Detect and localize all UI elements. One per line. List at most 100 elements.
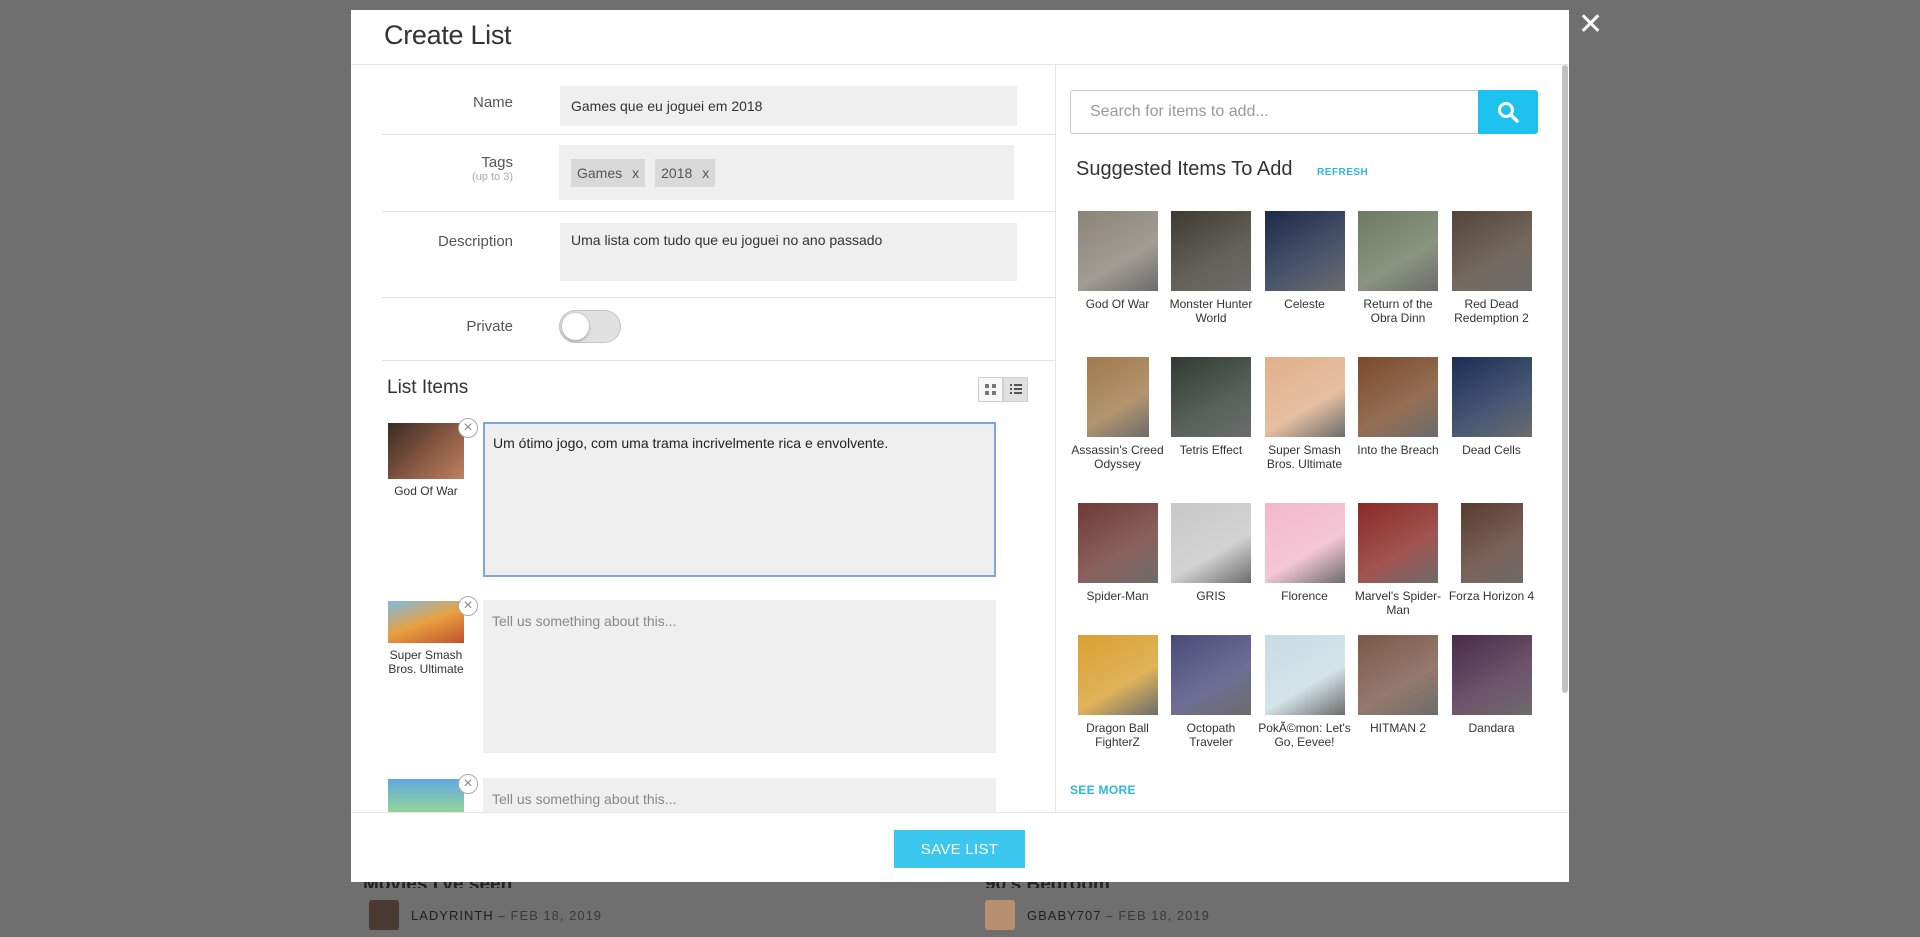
suggested-item-name: Forza Horizon 4 — [1448, 589, 1535, 603]
list-item: × Super Smash Bros. Ultimate — [388, 596, 478, 676]
item-note-field[interactable]: Tell us something about this... — [483, 778, 996, 813]
suggested-item[interactable]: Red Dead Redemption 2 — [1445, 211, 1538, 325]
suggested-item[interactable]: Celeste — [1258, 211, 1351, 311]
suggested-item-thumbnail[interactable] — [1086, 357, 1149, 437]
suggested-item[interactable]: Return of the Obra Dinn — [1352, 211, 1445, 325]
author-username[interactable]: GBABY707 — [1027, 908, 1102, 923]
suggested-item[interactable]: Forza Horizon 4 — [1445, 503, 1538, 603]
save-list-button[interactable]: SAVE LIST — [894, 830, 1025, 868]
suggested-item-name: PokÃ©mon: Let's Go, Eevee! — [1258, 721, 1351, 749]
refresh-link[interactable]: REFRESH — [1317, 167, 1368, 178]
tags-label: Tags (up to 3) — [472, 154, 513, 183]
description-field[interactable]: Uma lista com tudo que eu joguei no ano … — [560, 223, 1017, 281]
suggested-item-name: Monster Hunter World — [1169, 297, 1253, 325]
tag-remove-icon[interactable]: x — [702, 165, 709, 181]
suggested-item-name: Celeste — [1284, 297, 1325, 311]
suggested-item-thumbnail[interactable] — [1264, 211, 1345, 291]
suggested-item-thumbnail[interactable] — [1451, 635, 1532, 715]
suggested-item-thumbnail[interactable] — [1171, 635, 1251, 715]
suggested-item[interactable]: Florence — [1258, 503, 1351, 603]
search-input[interactable]: Search for items to add... — [1070, 90, 1478, 134]
author-username[interactable]: LADYRINTH — [411, 908, 494, 923]
suggested-item[interactable]: PokÃ©mon: Let's Go, Eevee! — [1258, 635, 1351, 749]
scrollbar[interactable] — [1562, 65, 1568, 693]
tag-remove-icon[interactable]: x — [632, 165, 639, 181]
grid-view-button[interactable] — [978, 377, 1003, 402]
avatar[interactable] — [369, 900, 399, 930]
suggested-item[interactable]: Dragon Ball FighterZ — [1071, 635, 1164, 749]
private-toggle[interactable] — [559, 310, 621, 343]
modal-title: Create List — [384, 20, 512, 50]
suggested-item-thumbnail[interactable] — [1171, 211, 1251, 291]
see-more-link[interactable]: SEE MORE — [1070, 783, 1136, 797]
suggested-item-thumbnail[interactable] — [1451, 211, 1532, 291]
suggested-item-thumbnail[interactable] — [1171, 503, 1251, 583]
suggested-item[interactable]: GRIS — [1165, 503, 1258, 603]
private-label: Private — [466, 318, 513, 335]
close-icon[interactable]: ✕ — [1578, 10, 1603, 40]
post-date: – FEB 18, 2019 — [497, 907, 603, 923]
suggested-item-name: Super Smash Bros. Ultimate — [1266, 443, 1343, 471]
suggested-item[interactable]: Assassin's Creed Odyssey — [1071, 357, 1164, 471]
suggested-item[interactable]: Dandara — [1445, 635, 1538, 735]
suggested-item[interactable]: God Of War — [1071, 211, 1164, 311]
suggested-item-name: Tetris Effect — [1179, 443, 1243, 457]
suggested-item-thumbnail[interactable] — [1077, 503, 1158, 583]
note-placeholder: Tell us something about this... — [492, 791, 677, 807]
name-field[interactable]: Games que eu joguei em 2018 — [560, 86, 1017, 126]
item-thumbnail: × — [388, 418, 478, 479]
suggested-item-thumbnail[interactable] — [1358, 635, 1438, 715]
suggested-item[interactable]: Tetris Effect — [1165, 357, 1258, 457]
name-label: Name — [472, 94, 513, 111]
suggested-item-thumbnail[interactable] — [1171, 357, 1251, 437]
suggested-item[interactable]: Dead Cells — [1445, 357, 1538, 457]
suggested-item-thumbnail[interactable] — [1077, 635, 1158, 715]
list-items-title: List Items — [387, 377, 469, 398]
suggested-item-thumbnail[interactable] — [1358, 211, 1438, 291]
suggested-item-thumbnail[interactable] — [1358, 357, 1438, 437]
list-view-button[interactable] — [1003, 377, 1028, 402]
list-icon — [1009, 384, 1022, 394]
remove-item-icon[interactable]: × — [458, 418, 478, 438]
suggested-item-thumbnail[interactable] — [1451, 357, 1532, 437]
background-list-author-right: GBABY707 – FEB 18, 2019 — [985, 900, 1210, 930]
suggested-item-name: Dead Cells — [1462, 443, 1521, 457]
suggested-item-thumbnail[interactable] — [1077, 211, 1158, 291]
suggested-item-name: Octopath Traveler — [1186, 721, 1236, 749]
remove-item-icon[interactable]: × — [458, 596, 478, 616]
item-note-field[interactable]: Um ótimo jogo, com uma trama incrivelmen… — [483, 422, 996, 577]
suggested-item-name: Marvel's Spider-Man — [1354, 589, 1442, 617]
suggested-item[interactable]: Into the Breach — [1352, 357, 1445, 457]
suggested-item-thumbnail[interactable] — [1264, 635, 1345, 715]
suggested-item[interactable]: Octopath Traveler — [1165, 635, 1258, 749]
suggested-item[interactable]: Spider-Man — [1071, 503, 1164, 603]
item-name: Super Smash Bros. Ultimate — [388, 648, 464, 676]
suggested-item[interactable]: Super Smash Bros. Ultimate — [1258, 357, 1351, 471]
suggested-item-name: God Of War — [1085, 297, 1150, 311]
suggested-item[interactable]: Marvel's Spider-Man — [1352, 503, 1445, 617]
suggested-item-thumbnail[interactable] — [1264, 503, 1345, 583]
list-item: × God Of War — [388, 418, 478, 498]
tag-label: Games — [577, 164, 623, 181]
suggested-item-name: Into the Breach — [1357, 443, 1439, 457]
search-button[interactable] — [1478, 90, 1538, 134]
tags-input[interactable]: Games x 2018 x — [559, 145, 1014, 200]
suggested-item[interactable]: HITMAN 2 — [1352, 635, 1445, 735]
suggested-item-thumbnail[interactable] — [1460, 503, 1523, 583]
avatar[interactable] — [985, 900, 1015, 930]
suggested-item-name: Assassin's Creed Odyssey — [1071, 443, 1164, 471]
tags-row: Tags (up to 3) Games x 2018 x — [382, 135, 1055, 212]
item-thumbnail: × — [388, 774, 478, 813]
search-icon — [1498, 102, 1519, 123]
suggested-item-name: Red Dead Redemption 2 — [1454, 297, 1529, 325]
suggested-item-thumbnail[interactable] — [1264, 357, 1345, 437]
suggestions-panel: Search for items to add... Suggested Ite… — [1057, 65, 1569, 813]
suggested-item-name: GRIS — [1196, 589, 1226, 603]
remove-item-icon[interactable]: × — [458, 774, 478, 794]
suggested-item[interactable]: Monster Hunter World — [1165, 211, 1258, 325]
suggested-item-thumbnail[interactable] — [1358, 503, 1438, 583]
item-note-field[interactable]: Tell us something about this... — [483, 600, 996, 753]
view-toggle — [978, 377, 1028, 402]
list-form-panel: Name Games que eu joguei em 2018 Tags (u… — [351, 65, 1056, 813]
tag-chip: Games x — [571, 158, 646, 187]
